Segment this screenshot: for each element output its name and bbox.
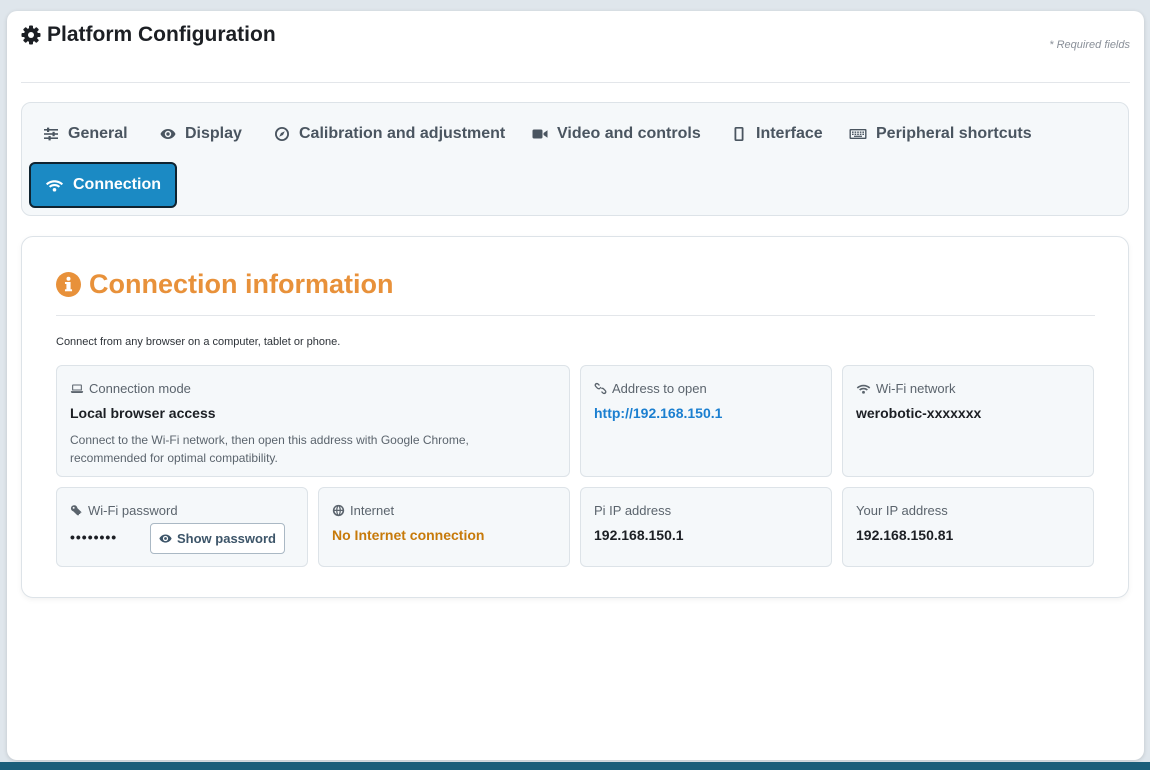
info-circle-icon <box>56 272 81 297</box>
tab-calibration[interactable]: Calibration and adjustment <box>274 119 505 149</box>
key-icon <box>70 505 82 516</box>
connection-mode-value: Local browser access <box>70 405 216 421</box>
section-title: Connection information <box>56 269 393 300</box>
pi-ip-value: 192.168.150.1 <box>594 527 684 543</box>
tab-label: Peripheral shortcuts <box>876 125 1032 142</box>
page-title: Platform Configuration <box>21 23 276 47</box>
globe-icon <box>332 504 345 517</box>
pi-ip-card: Pi IP address 192.168.150.1 <box>580 487 832 567</box>
tab-display[interactable]: Display <box>160 119 242 149</box>
wifi-icon <box>856 384 871 394</box>
modal-header: Platform Configuration * Required fields <box>21 11 1130 83</box>
required-fields-note: * Required fields <box>1049 39 1130 51</box>
config-modal: Platform Configuration * Required fields… <box>7 11 1144 760</box>
wifi-password-value: •••••••• <box>70 529 118 545</box>
section-title-text: Connection information <box>89 269 394 299</box>
card-label-text: Internet <box>350 503 395 518</box>
card-label-text: Wi-Fi password <box>88 503 178 518</box>
address-card: Address to open http://192.168.150.1 <box>580 365 832 477</box>
section-divider <box>56 315 1095 316</box>
internet-card: Internet No Internet connection <box>318 487 570 567</box>
card-label-text: Connection mode <box>89 381 191 396</box>
card-label: Wi-Fi password <box>70 503 178 518</box>
tab-label: Calibration and adjustment <box>299 125 506 142</box>
show-password-button[interactable]: Show password <box>150 523 285 554</box>
compass-icon <box>275 127 289 141</box>
sliders-icon <box>44 127 58 141</box>
card-label-text: Wi-Fi network <box>876 381 956 396</box>
card-label: Your IP address <box>856 503 948 518</box>
page-title-text: Platform Configuration <box>47 23 276 46</box>
section-description: Connect from any browser on a computer, … <box>56 336 341 348</box>
connection-mode-card: Connection mode Local browser access Con… <box>56 365 570 477</box>
keyboard-icon <box>849 129 867 139</box>
card-label-text: Your IP address <box>856 503 948 518</box>
card-label: Address to open <box>594 381 707 396</box>
eye-icon <box>159 534 172 543</box>
wifi-network-value: werobotic-xxxxxxx <box>856 405 982 421</box>
gear-icon <box>21 25 41 45</box>
connection-panel: Connection information Connect from any … <box>21 236 1129 598</box>
card-label: Internet <box>332 503 394 518</box>
tab-bar: General Display Calibration and adjustme… <box>21 102 1129 216</box>
your-ip-value: 192.168.150.81 <box>856 527 954 543</box>
video-camera-icon <box>532 129 548 139</box>
tab-peripheral-shortcuts[interactable]: Peripheral shortcuts <box>849 119 1032 149</box>
card-label-text: Address to open <box>612 381 707 396</box>
tab-interface[interactable]: Interface <box>731 119 823 149</box>
eye-icon <box>160 129 176 139</box>
wifi-password-card: Wi-Fi password •••••••• Show password <box>56 487 308 567</box>
wifi-network-card: Wi-Fi network werobotic-xxxxxxx <box>842 365 1094 477</box>
tab-video-controls[interactable]: Video and controls <box>532 119 701 149</box>
card-label-text: Pi IP address <box>594 503 672 518</box>
taskbar-strip <box>0 762 1150 770</box>
tab-label: Connection <box>73 176 161 193</box>
connection-mode-hint: Connect to the Wi-Fi network, then open … <box>70 433 469 465</box>
link-icon <box>594 382 607 395</box>
tab-label: General <box>68 125 128 142</box>
tab-label: Video and controls <box>557 125 701 142</box>
your-ip-card: Your IP address 192.168.150.81 <box>842 487 1094 567</box>
card-label: Pi IP address <box>594 503 671 518</box>
card-label: Wi-Fi network <box>856 381 955 396</box>
tab-label: Display <box>185 125 242 142</box>
address-link[interactable]: http://192.168.150.1 <box>594 405 722 421</box>
tab-general[interactable]: General <box>43 119 128 149</box>
laptop-icon <box>70 384 84 393</box>
tab-connection[interactable]: Connection <box>29 162 177 208</box>
wifi-icon <box>45 180 64 192</box>
mobile-icon <box>734 127 744 141</box>
show-password-label: Show password <box>177 531 276 546</box>
tab-label: Interface <box>756 125 823 142</box>
internet-status-value: No Internet connection <box>332 527 485 543</box>
card-label: Connection mode <box>70 381 191 396</box>
